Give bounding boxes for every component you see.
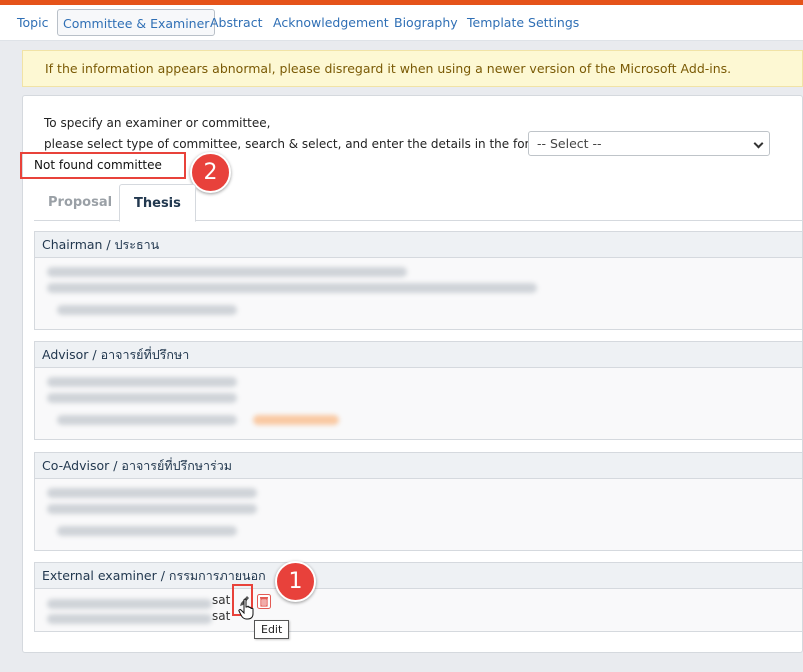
advisor-panel: Advisor / อาจารย์ที่ปรึกษา <box>34 341 803 440</box>
delete-button[interactable] <box>256 593 272 610</box>
blurred-text <box>47 283 537 293</box>
nav-tab-committee-examiner[interactable]: Committee & Examiner <box>57 9 216 36</box>
nav-tab-acknowledgement[interactable]: Acknowledgement <box>268 9 394 36</box>
blurred-badge <box>253 415 339 425</box>
chairman-panel: Chairman / ประธาน <box>34 231 803 330</box>
external-examiner-panel-title: External examiner / กรรมการภายนอก <box>35 563 802 589</box>
nav-tab-abstract[interactable]: Abstract <box>205 9 267 36</box>
trash-icon <box>257 594 271 609</box>
co-advisor-panel-body <box>35 479 802 550</box>
blurred-text <box>47 377 237 387</box>
blurred-text <box>47 504 257 514</box>
tab-thesis[interactable]: Thesis <box>119 184 196 222</box>
chairman-panel-title: Chairman / ประธาน <box>35 232 802 258</box>
proposal-thesis-tabs: Proposal Thesis <box>34 184 803 222</box>
nav-tab-biography[interactable]: Biography <box>389 9 463 36</box>
external-examiner-panel: External examiner / กรรมการภายนอก sat sa… <box>34 562 803 632</box>
blurred-text <box>57 415 237 425</box>
highlight-box-not-found <box>20 152 186 179</box>
nav-tab-topic[interactable]: Topic <box>12 9 53 36</box>
examiner-name-fragment-2: sat <box>212 609 231 623</box>
top-navigation: Topic Committee & Examiner Abstract Ackn… <box>0 5 803 41</box>
instruction-line-1: To specify an examiner or committee, <box>44 116 271 130</box>
hand-cursor-icon <box>238 598 254 620</box>
blurred-text <box>57 305 237 315</box>
blurred-text <box>57 526 237 536</box>
blurred-text <box>47 614 212 624</box>
blurred-text <box>47 267 407 277</box>
annotation-badge-1: 1 <box>275 561 316 602</box>
external-examiner-panel-body: sat sat <box>35 589 802 631</box>
co-advisor-panel-title: Co-Advisor / อาจารย์ที่ปรึกษาร่วม <box>35 453 802 479</box>
examiner-name-fragment-1: sat <box>212 593 231 607</box>
blurred-text <box>47 488 257 498</box>
chairman-panel-body <box>35 258 802 329</box>
blurred-text <box>47 599 212 609</box>
advisor-panel-title: Advisor / อาจารย์ที่ปรึกษา <box>35 342 802 368</box>
edit-tooltip: Edit <box>254 620 290 639</box>
co-advisor-panel: Co-Advisor / อาจารย์ที่ปรึกษาร่วม <box>34 452 803 551</box>
warning-alert: If the information appears abnormal, ple… <box>22 50 803 87</box>
nav-tab-template-settings[interactable]: Template Settings <box>462 9 584 36</box>
tab-proposal[interactable]: Proposal <box>34 184 126 221</box>
instruction-line-2: please select type of committee, search … <box>44 137 545 151</box>
blurred-text <box>47 393 237 403</box>
committee-type-select[interactable]: -- Select -- <box>528 131 770 156</box>
committee-type-select-value: -- Select -- <box>537 136 602 151</box>
chevron-down-icon <box>753 138 764 149</box>
advisor-panel-body <box>35 368 802 439</box>
